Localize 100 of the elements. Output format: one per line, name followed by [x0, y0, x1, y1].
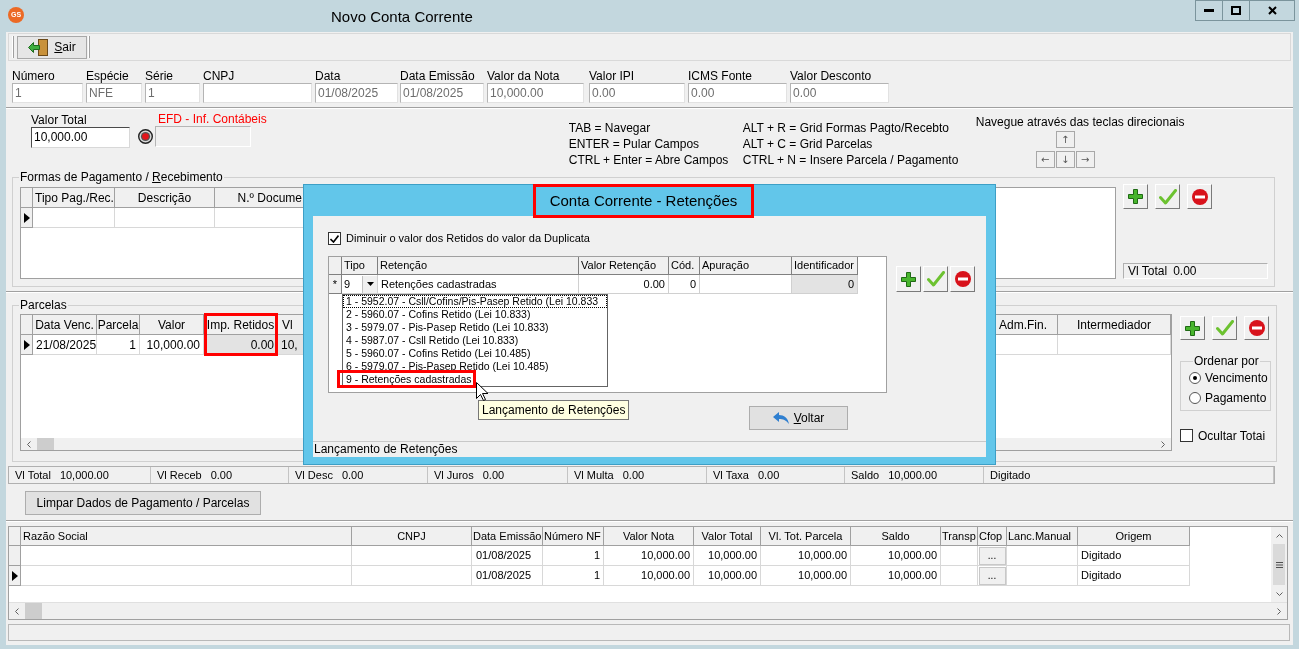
retentions-grid[interactable]	[328, 256, 887, 393]
column-header[interactable]: Lanc.Manual	[1007, 527, 1078, 546]
confirm-button[interactable]	[1212, 316, 1237, 340]
column-header[interactable]: Data Emissão	[472, 527, 543, 546]
column-header[interactable]: Saldo	[851, 527, 941, 546]
column-header[interactable]: Tipo Pag./Rec.	[33, 188, 115, 208]
checkbox[interactable]	[1180, 429, 1193, 442]
row-indicator[interactable]	[21, 335, 33, 355]
column-header[interactable]: Origem	[1078, 527, 1190, 546]
table-cell: Digitado	[1078, 546, 1190, 566]
column-header[interactable]: Intermediador	[1058, 315, 1171, 335]
column-header[interactable]: Vl	[278, 315, 303, 335]
scrollbar-thumb[interactable]	[25, 603, 42, 619]
column-header[interactable]: Valor Total	[694, 527, 761, 546]
shortcut-hint: ENTER = Pular Campos	[568, 136, 701, 152]
column-header[interactable]: Cfop	[978, 527, 1007, 546]
add-button[interactable]	[1123, 184, 1148, 209]
back-button[interactable]: Voltar	[749, 406, 848, 430]
ellipsis-button[interactable]: ...	[978, 546, 1006, 565]
hide-totals-option[interactable]: Ocultar Totai	[1180, 429, 1270, 442]
column-header[interactable]: Valor Retenção	[579, 257, 669, 275]
field-label: Valor da Nota	[487, 69, 561, 83]
tooltip: Lançamento de Retenções	[478, 400, 630, 420]
column-header[interactable]: Razão Social	[21, 527, 352, 546]
dropdown-option[interactable]: 4 - 5987.07 - Csll Retido (Lei 10.833)	[343, 334, 607, 347]
column-header[interactable]: Valor Nota	[604, 527, 694, 546]
back-arrow-icon	[772, 412, 789, 424]
table-cell: 10,000.00	[140, 335, 204, 355]
close-button[interactable]	[1250, 0, 1295, 21]
row-indicator[interactable]	[21, 208, 33, 228]
column-header[interactable]: Identificador	[792, 257, 858, 275]
arrow-key[interactable]: →	[1075, 151, 1095, 168]
bullseye-icon	[138, 129, 153, 144]
column-header[interactable]: Data Venc.	[33, 315, 97, 335]
maximize-button[interactable]	[1223, 0, 1250, 21]
arrow-key[interactable]: ↓	[1055, 151, 1075, 168]
exit-button[interactable]: Sair	[17, 35, 87, 59]
horizontal-scrollbar[interactable]	[9, 602, 1287, 619]
arrow-key[interactable]: ↑	[1055, 131, 1075, 148]
column-header[interactable]: Cód.	[669, 257, 700, 275]
field-label: Data Emissão	[400, 69, 476, 83]
dropdown-option[interactable]: 2 - 5960.07 - Cofins Retido (Lei 10.833)	[343, 308, 607, 321]
confirm-button[interactable]	[923, 266, 948, 292]
input-field[interactable]	[155, 126, 251, 147]
radio-button[interactable]	[1189, 392, 1201, 404]
dropdown-option[interactable]: 5 - 5960.07 - Cofins Retido (Lei 10.485)	[343, 347, 607, 360]
deduct-option[interactable]: Diminuir o valor dos Retidos do valor da Duplicata	[328, 232, 986, 245]
input-field[interactable]: 10,000.00	[31, 127, 130, 148]
shortcut-hint: TAB = Navegar	[568, 120, 652, 136]
ellipsis-button[interactable]: ...	[978, 566, 1006, 585]
table-cell	[941, 546, 978, 566]
dropdown-option[interactable]: 9 - Retenções cadastradas	[343, 373, 607, 386]
radio-button[interactable]	[1189, 372, 1201, 384]
dropdown-option[interactable]: 3 - 5979.07 - Pis-Pasep Retido (Lei 10.833)	[343, 321, 607, 334]
scrollbar-thumb[interactable]	[1273, 544, 1285, 585]
remove-button[interactable]	[1187, 184, 1212, 209]
status-bar: Lançamento de Retenções	[313, 441, 986, 457]
column-header[interactable]: Parcela	[97, 315, 140, 335]
add-button[interactable]	[896, 266, 921, 292]
table-cell: 10,000.00	[851, 546, 941, 566]
column-header[interactable]: Adm.Fin.	[996, 315, 1058, 335]
remove-button[interactable]	[1244, 316, 1269, 340]
column-header[interactable]: Transp	[941, 527, 978, 546]
add-button[interactable]	[1180, 316, 1205, 340]
check-icon	[1158, 188, 1177, 205]
row-indicator[interactable]	[9, 566, 21, 586]
sort-option[interactable]: Vencimento	[1189, 368, 1270, 388]
sort-option[interactable]: Pagamento	[1189, 388, 1270, 408]
column-header[interactable]: N.º Docume	[215, 188, 303, 208]
minimize-icon	[1204, 9, 1214, 12]
column-header[interactable]: Descrição	[115, 188, 215, 208]
remove-button[interactable]	[950, 266, 975, 292]
column-header[interactable]: Número NF	[543, 527, 604, 546]
column-header[interactable]: CNPJ	[352, 527, 472, 546]
field-label: CNPJ	[203, 69, 236, 83]
documents-grid[interactable]	[8, 526, 1288, 620]
shortcut-hint: ALT + C = Grid Parcelas	[742, 136, 874, 152]
vertical-scrollbar[interactable]	[1271, 527, 1287, 602]
confirm-button[interactable]	[1155, 184, 1180, 209]
dropdown-option[interactable]: 1 - 5952.07 - Csll/Cofins/Pis-Pasep Retido (Lei 10.833	[343, 295, 607, 308]
column-header[interactable]: Apuração	[700, 257, 792, 275]
check-icon	[1215, 320, 1234, 336]
arrow-key[interactable]: ←	[1035, 151, 1055, 168]
minimize-button[interactable]	[1195, 0, 1223, 21]
shortcut-hint: ALT + R = Grid Formas Pagto/Recebto	[742, 120, 951, 136]
mouse-pointer-icon	[476, 382, 488, 401]
field-label: Valor IPI	[589, 69, 636, 83]
table-cell	[1007, 566, 1078, 586]
clear-button[interactable]: Limpar Dados de Pagamento / Parcelas	[25, 491, 261, 515]
checkbox[interactable]	[328, 232, 341, 245]
check-icon	[926, 271, 945, 287]
column-header[interactable]: Tipo	[342, 257, 378, 275]
column-header[interactable]: Vl. Tot. Parcela	[761, 527, 851, 546]
column-header[interactable]: Valor	[140, 315, 204, 335]
scrollbar-thumb[interactable]	[37, 438, 54, 450]
column-header[interactable]: Retenção	[378, 257, 579, 275]
table-cell: 10,000.00	[761, 546, 851, 566]
field-label: Valor Total	[31, 113, 88, 127]
dropdown-option[interactable]: 6 - 5979.07 - Pis-Pasep Retido (Lei 10.485)	[343, 360, 607, 373]
plus-icon	[901, 271, 916, 287]
